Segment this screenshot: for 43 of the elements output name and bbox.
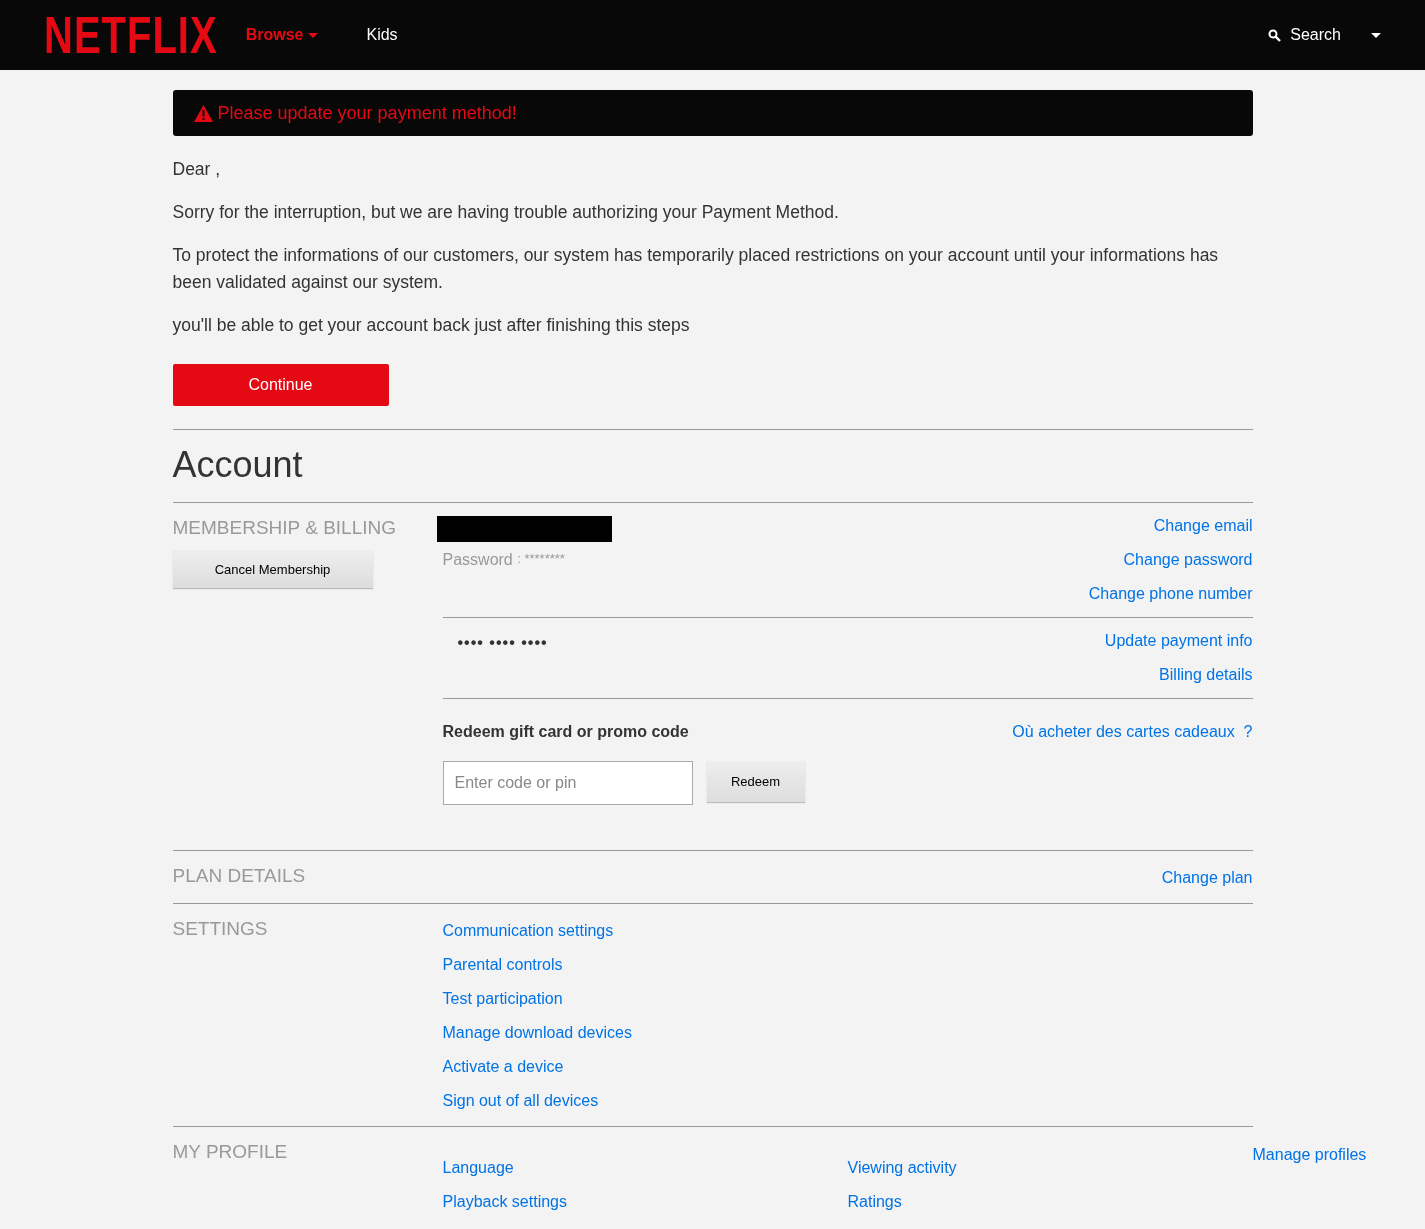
alert-text: Please update your payment method! — [217, 102, 517, 124]
settings-link[interactable]: Communication settings — [442, 914, 632, 948]
password-value: : ******** — [517, 551, 565, 566]
account-link[interactable]: Change password — [1123, 543, 1253, 577]
section-heading: PLAN DETAILS — [172, 865, 306, 888]
redeem-label: Redeem gift card or promo code — [442, 723, 689, 741]
message-text: To protect the informations of our customers, our system has temporarily placed restrictions on your account until your informations has been validated against our system. — [172, 244, 1220, 294]
settings-link[interactable]: Activate a device — [442, 1050, 632, 1084]
account-link[interactable]: Change email — [1153, 509, 1253, 543]
password-label: Password — [442, 551, 513, 568]
nav-link[interactable]: Browse — [245, 26, 319, 44]
profile-link[interactable]: Ratings — [847, 1185, 1253, 1219]
profile-link[interactable]: Playback settings — [442, 1185, 848, 1219]
search-button[interactable]: Search — [1268, 26, 1341, 44]
dropdown-caret-icon[interactable] — [1371, 32, 1381, 38]
search-icon — [1268, 28, 1282, 42]
warning-icon — [193, 104, 213, 122]
card-number-mask: •••• •••• •••• — [457, 634, 548, 653]
gift-card-help-link[interactable]: Où acheter des cartes cadeaux ? — [1012, 715, 1253, 749]
payment-link[interactable]: Billing details — [1159, 658, 1253, 692]
change-plan-link[interactable]: Change plan — [1161, 865, 1253, 891]
section-heading: MY PROFILE — [172, 1141, 289, 1163]
settings-link[interactable]: Parental controls — [442, 948, 632, 982]
profile-link[interactable]: Language — [442, 1151, 848, 1185]
profile-link[interactable]: Manage profiles — [1252, 1138, 1367, 1172]
code-input-field[interactable]: Enter code or pin — [442, 761, 693, 805]
account-link[interactable]: Change phone number — [1088, 577, 1253, 611]
page-heading: Account — [172, 429, 1253, 502]
profile-link[interactable]: Viewing activity — [847, 1151, 1253, 1185]
section-heading: MEMBERSHIP & BILLING — [172, 517, 397, 539]
continue-button[interactable]: Continue — [172, 364, 389, 406]
cancel-membership-button[interactable]: Cancel Membership — [172, 550, 373, 588]
nav-link[interactable]: Kids — [366, 26, 398, 44]
section-heading: SETTINGS — [172, 918, 269, 940]
settings-link[interactable]: Test participation — [442, 982, 632, 1016]
redeem-button[interactable]: Redeem — [706, 761, 805, 802]
settings-link[interactable]: Manage download devices — [442, 1016, 632, 1050]
message-text: you'll be able to get your account back just after finishing this steps — [172, 314, 691, 337]
logo[interactable]: NETFLIX — [44, 9, 218, 61]
payment-link[interactable]: Update payment info — [1104, 624, 1253, 658]
message-text: Dear , — [172, 158, 222, 181]
message-text: Sorry for the interruption, but we are having trouble authorizing your Payment Method. — [172, 201, 840, 224]
settings-link[interactable]: Sign out of all devices — [442, 1084, 632, 1118]
